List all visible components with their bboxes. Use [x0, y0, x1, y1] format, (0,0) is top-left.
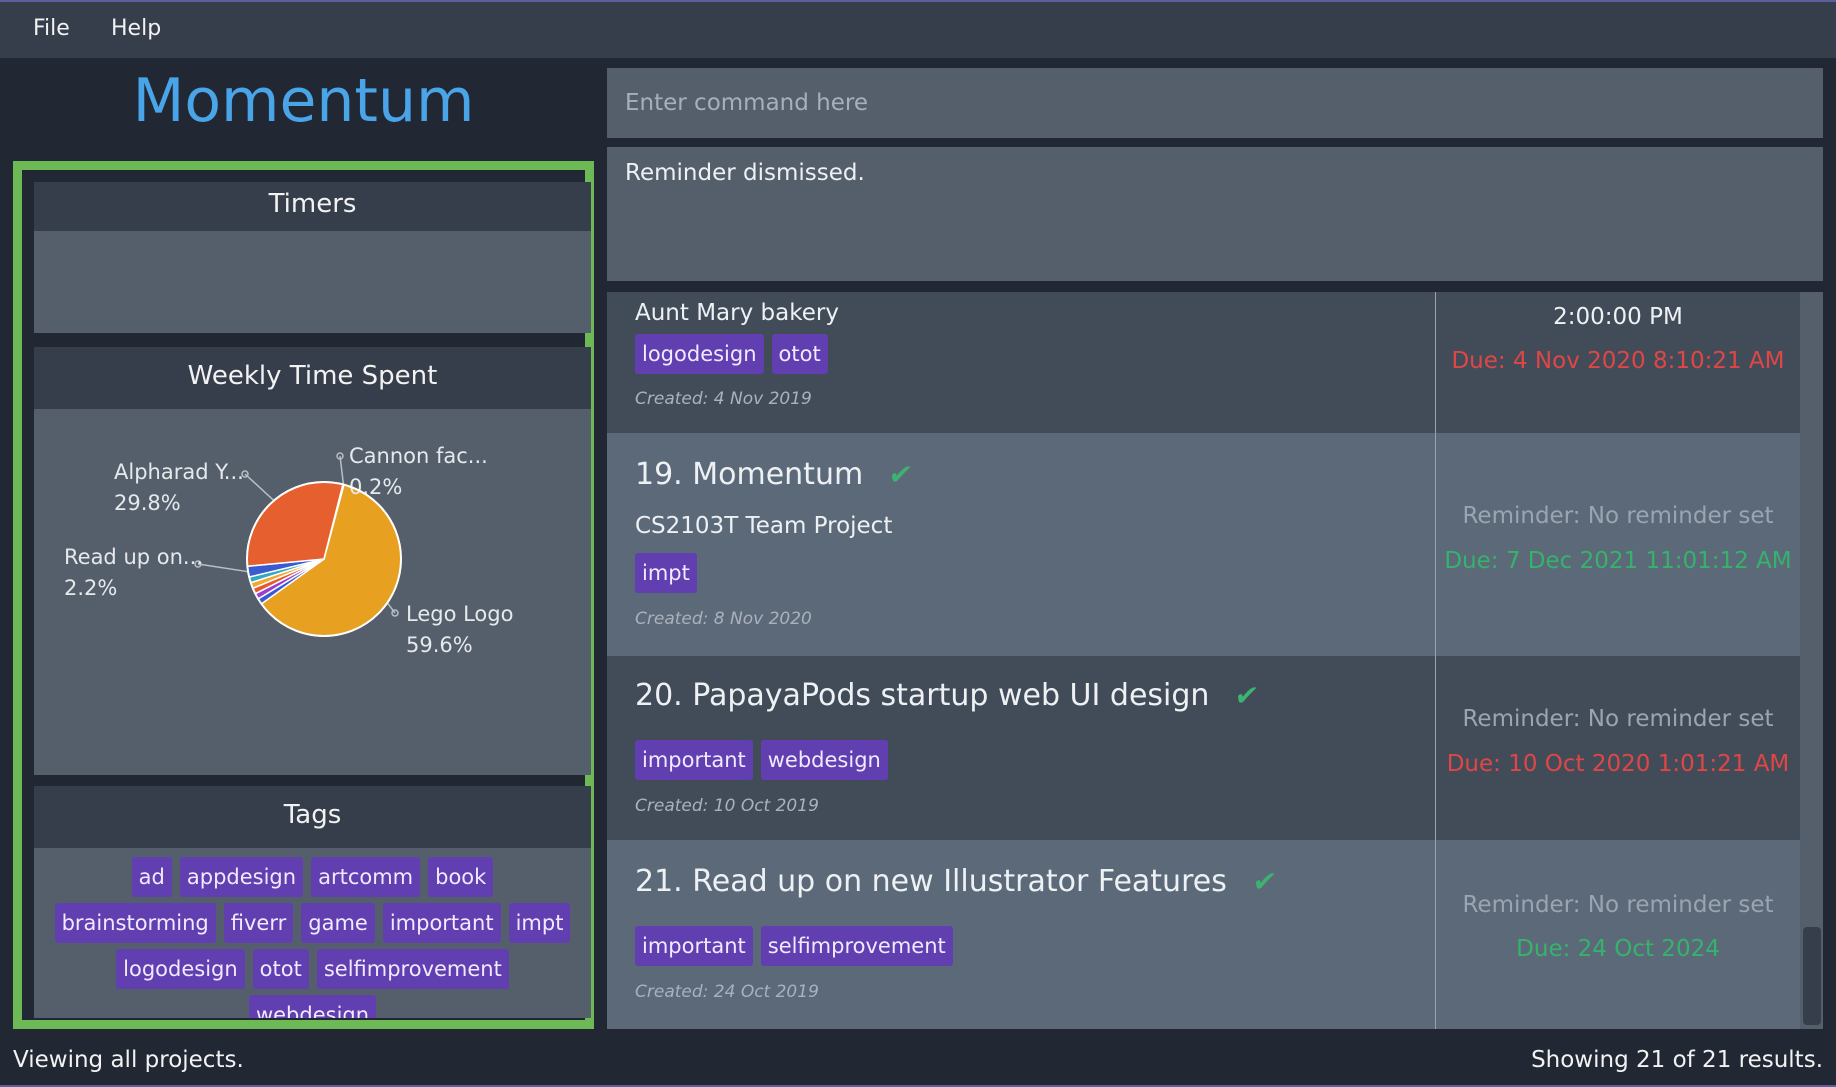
timers-title: Timers	[34, 182, 591, 231]
pie-label-line	[339, 455, 345, 485]
timers-list	[34, 231, 591, 333]
app-logo: Momentum	[132, 66, 475, 136]
created-date: Created: 4 Nov 2019	[635, 389, 812, 409]
result-display: Reminder dismissed.	[607, 147, 1823, 281]
tag-chip[interactable]: book	[428, 857, 494, 897]
pie-chart: Lego Logo 59.6% Read up on... 2.2% Alpharad …	[64, 444, 513, 657]
project-title-text: 19. Momentum	[635, 457, 864, 492]
completed-check-icon: ✔	[1233, 679, 1262, 712]
pie-label: Read up on...	[64, 545, 203, 569]
project-list: Aunt Mary bakery logodesign otot Created: 4…	[607, 292, 1823, 1029]
pie-label-line	[386, 602, 396, 614]
pie-percent-label: 2.2%	[64, 576, 117, 600]
tag-chip[interactable]: webdesign	[248, 995, 377, 1018]
project-list-scrollbar[interactable]	[1800, 292, 1823, 1029]
created-date: Created: 8 Nov 2020	[635, 609, 812, 629]
scrollbar-thumb[interactable]	[1803, 927, 1821, 1025]
tag-chip[interactable]: otot	[252, 949, 309, 989]
due-date: Due: 10 Oct 2020 1:01:21 AM	[1446, 751, 1790, 777]
pie-label-line	[197, 563, 249, 573]
due-date: Due: 7 Dec 2021 11:01:12 AM	[1444, 548, 1792, 574]
tag-chip[interactable]: important	[382, 903, 501, 943]
project-tags: important selfimprovement	[635, 926, 961, 966]
project-title: 19. Momentum ✔	[635, 457, 915, 492]
tag-chip[interactable]: game	[301, 903, 375, 943]
reminder-text: Reminder: No reminder set	[1462, 503, 1774, 529]
project-title-text: 20. PapayaPods startup web UI design	[635, 678, 1210, 713]
tag-chip[interactable]: logodesign	[116, 949, 245, 989]
pie-percent-label: 0.2%	[349, 475, 402, 499]
tag-chip[interactable]: webdesign	[760, 740, 888, 780]
reminder-text: Reminder: No reminder set	[1462, 706, 1774, 732]
project-title: 21. Read up on new Illustrator Features ✔	[635, 864, 1279, 899]
status-right: Showing 21 of 21 results.	[1531, 1047, 1823, 1073]
project-tags: logodesign otot	[635, 334, 836, 374]
completed-check-icon: ✔	[1250, 865, 1279, 898]
due-date: Due: 24 Oct 2024	[1516, 936, 1720, 962]
created-date: Created: 24 Oct 2019	[635, 982, 819, 1002]
project-card[interactable]: 21. Read up on new Illustrator Features ✔…	[607, 840, 1800, 1029]
tag-chip[interactable]: appdesign	[179, 857, 304, 897]
project-description: CS2103T Team Project	[635, 513, 893, 539]
tag-chip[interactable]: impt	[635, 553, 697, 593]
project-title-text: 21. Read up on new Illustrator Features	[635, 864, 1227, 899]
side-panel: Timers Weekly Time Spent Lego Logo 59.6% R…	[13, 161, 594, 1029]
project-dates: Reminder: No reminder set Due: 24 Oct 202…	[1436, 840, 1800, 1029]
pie-label: Lego Logo	[406, 602, 513, 626]
menu-bar: File Help	[0, 0, 1836, 58]
tag-chip[interactable]: selfimprovement	[760, 926, 953, 966]
tag-chip[interactable]: otot	[771, 334, 828, 374]
status-left: Viewing all projects.	[13, 1047, 244, 1073]
tag-chip[interactable]: important	[635, 740, 753, 780]
pie-label: Alpharad Y...	[114, 460, 244, 484]
project-card[interactable]: Aunt Mary bakery logodesign otot Created: 4…	[607, 292, 1800, 433]
pie-label-line	[244, 473, 275, 502]
tag-chip[interactable]: brainstorming	[54, 903, 216, 943]
project-dates: Reminder: No reminder set Due: 7 Dec 2021…	[1436, 433, 1800, 656]
weekly-time-title: Weekly Time Spent	[34, 347, 591, 409]
due-date: Due: 4 Nov 2020 8:10:21 AM	[1451, 348, 1785, 374]
tag-chip[interactable]: fiverr	[223, 903, 294, 943]
pie-label: Cannon fac...	[349, 444, 488, 468]
tag-chip[interactable]: selfimprovement	[316, 949, 509, 989]
pie-percent-label: 29.8%	[114, 491, 181, 515]
tag-chip[interactable]: impt	[508, 903, 571, 943]
project-dates: Reminder: No reminder set Due: 10 Oct 202…	[1436, 656, 1800, 840]
pie-percent-label: 59.6%	[406, 633, 473, 657]
tags-title: Tags	[34, 786, 591, 848]
tag-chip[interactable]: logodesign	[635, 334, 764, 374]
completed-check-icon: ✔	[886, 458, 915, 491]
reminder-text: 2:00:00 PM	[1553, 304, 1683, 330]
project-dates: 2:00:00 PM Due: 4 Nov 2020 8:10:21 AM	[1436, 292, 1800, 433]
tag-chip[interactable]: ad	[131, 857, 172, 897]
reminder-text: Reminder: No reminder set	[1462, 892, 1774, 918]
project-title: 20. PapayaPods startup web UI design ✔	[635, 678, 1262, 713]
weekly-time-panel: Lego Logo 59.6% Read up on... 2.2% Alpharad …	[34, 409, 591, 937]
tag-chip[interactable]: important	[635, 926, 753, 966]
command-input[interactable]	[607, 68, 1823, 138]
project-tags: important webdesign	[635, 740, 896, 780]
project-description: Aunt Mary bakery	[635, 300, 839, 326]
project-card[interactable]: 20. PapayaPods startup web UI design ✔ imp…	[607, 656, 1800, 840]
menu-help[interactable]: Help	[111, 16, 161, 41]
created-date: Created: 10 Oct 2019	[635, 796, 819, 816]
menu-file[interactable]: File	[33, 16, 70, 41]
tags-list: ad appdesign artcomm book brainstorming fiver…	[34, 848, 591, 1018]
tag-chip[interactable]: artcomm	[311, 857, 421, 897]
project-card[interactable]: 19. Momentum ✔ CS2103T Team Project impt Cre…	[607, 433, 1800, 656]
project-tags: impt	[635, 553, 705, 593]
